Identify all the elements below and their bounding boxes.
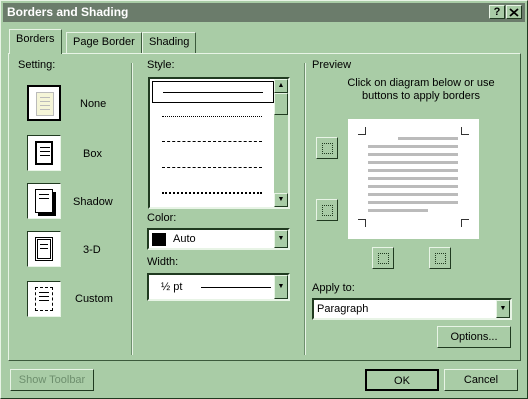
setting-box-label: Box xyxy=(83,148,102,160)
scroll-thumb[interactable] xyxy=(274,93,288,115)
chevron-down-icon[interactable]: ▼ xyxy=(496,300,510,318)
window-title: Borders and Shading xyxy=(7,5,129,19)
3d-page-icon xyxy=(35,237,53,261)
preview-instructions: Click on diagram below or use buttons to… xyxy=(347,77,495,102)
ok-button[interactable]: OK xyxy=(365,369,439,391)
divider xyxy=(304,63,306,355)
style-option-solid[interactable] xyxy=(152,81,274,103)
scroll-up-button[interactable]: ▲ xyxy=(274,79,288,93)
setting-box-button[interactable] xyxy=(27,135,61,171)
scroll-down-button[interactable]: ▼ xyxy=(274,193,288,207)
style-option-dash-dot[interactable] xyxy=(162,192,262,194)
borders-and-shading-dialog: Borders and Shading ? Borders Page Borde… xyxy=(0,0,528,399)
preview-heading: Preview xyxy=(312,59,352,71)
setting-custom-button[interactable] xyxy=(27,281,61,317)
setting-heading: Setting: xyxy=(18,59,56,71)
color-value: Auto xyxy=(173,233,196,245)
setting-shadow-button[interactable] xyxy=(27,183,61,219)
preview-diagram[interactable] xyxy=(348,119,479,239)
width-value: ½ pt xyxy=(161,281,183,293)
page-icon xyxy=(36,92,54,116)
style-heading: Style: xyxy=(147,59,175,71)
setting-none-label: None xyxy=(80,98,107,110)
apply-to-value: Paragraph xyxy=(317,303,369,315)
left-border-button[interactable] xyxy=(372,247,394,269)
tab-page-border[interactable]: Page Border xyxy=(66,32,142,53)
setting-custom-label: Custom xyxy=(75,293,113,305)
bottom-border-icon xyxy=(322,205,333,216)
style-scrollbar[interactable]: ▲ ▼ xyxy=(274,79,288,207)
title-bar[interactable]: Borders and Shading ? xyxy=(3,3,525,22)
box-page-icon xyxy=(35,141,53,165)
color-dropdown[interactable]: Auto ▼ xyxy=(147,228,290,250)
style-option-dashed[interactable] xyxy=(162,141,262,142)
setting-shadow-label: Shadow xyxy=(73,196,113,208)
style-listbox[interactable]: ▲ ▼ xyxy=(148,77,290,209)
width-label: Width: xyxy=(147,256,179,268)
chevron-down-icon[interactable]: ▼ xyxy=(274,275,288,299)
shadow-page-icon xyxy=(35,189,53,213)
chevron-down-icon[interactable]: ▼ xyxy=(274,230,288,248)
setting-3d-button[interactable] xyxy=(27,231,61,267)
close-button[interactable] xyxy=(506,5,522,19)
cancel-button[interactable]: Cancel xyxy=(444,369,518,391)
left-border-icon xyxy=(378,253,389,264)
color-swatch xyxy=(152,233,166,246)
setting-3d-label: 3-D xyxy=(83,244,101,256)
custom-page-icon xyxy=(35,287,53,311)
help-button[interactable]: ? xyxy=(489,5,505,19)
apply-to-label: Apply to: xyxy=(312,282,355,294)
tab-borders[interactable]: Borders xyxy=(9,29,62,54)
close-icon xyxy=(509,8,519,17)
right-border-button[interactable] xyxy=(429,247,451,269)
setting-none-button[interactable] xyxy=(27,85,61,121)
bottom-border-button[interactable] xyxy=(316,199,338,221)
show-toolbar-button[interactable]: Show Toolbar xyxy=(10,369,94,391)
tab-shading[interactable]: Shading xyxy=(142,32,197,53)
divider xyxy=(131,63,133,355)
apply-to-dropdown[interactable]: Paragraph ▼ xyxy=(312,298,512,320)
style-option-long-dash[interactable] xyxy=(162,167,262,168)
width-line-sample xyxy=(201,287,271,288)
right-border-icon xyxy=(435,253,446,264)
color-label: Color: xyxy=(147,212,177,224)
style-option-dotted[interactable] xyxy=(162,116,262,117)
width-dropdown[interactable]: ½ pt ▼ xyxy=(147,273,290,301)
options-button[interactable]: Options... xyxy=(437,326,511,348)
top-border-icon xyxy=(322,143,333,154)
top-border-button[interactable] xyxy=(316,137,338,159)
